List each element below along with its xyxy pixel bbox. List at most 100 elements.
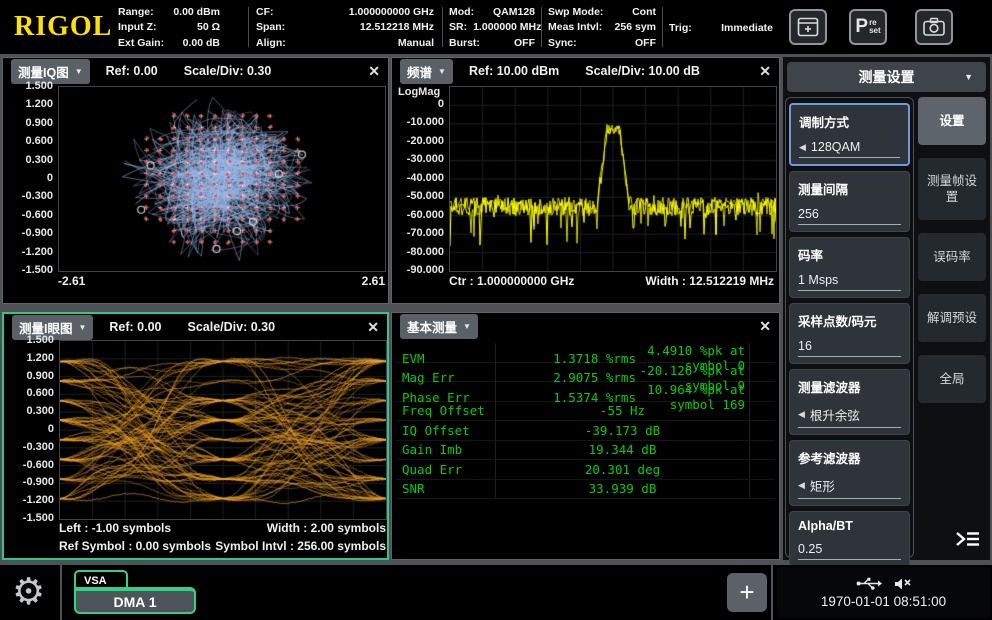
bottom-task-bar: ⚙ VSA DMA 1 +	[0, 565, 992, 620]
card-ref-filter[interactable]: 参考滤波器 ◀矩形	[789, 440, 910, 506]
tab-meas-frame-setup[interactable]: 测量帧设置	[918, 158, 986, 220]
swpmode-value: Cont	[632, 6, 656, 19]
meas-panel-header: 基本测量 ▼ ✕	[392, 313, 779, 339]
tab-demod-preset[interactable]: 解调预设	[918, 294, 986, 342]
menu-expand-button[interactable]	[954, 529, 982, 554]
mod-label: Mod:	[449, 6, 474, 19]
axis-tick-label: -1.500	[4, 512, 54, 524]
header-group-input: Range:0.00 dBm Input Z:50 Ω Ext Gain:0.0…	[118, 5, 220, 51]
spectrum-width-readout: Width : 12.512219 MHz	[645, 274, 774, 288]
tab-settings[interactable]: 设置	[918, 97, 986, 145]
card-modulation-type[interactable]: 调制方式 ◀128QAM	[789, 103, 910, 166]
iq-x-max: 2.61	[362, 274, 385, 288]
header-group-mod: Mod:QAM128 SR:1.000000 MHz Burst:OFF	[449, 5, 535, 51]
plus-icon: +	[739, 577, 754, 608]
enum-arrow-icon: ◀	[798, 480, 805, 491]
swpmode-label: Swp Mode:	[548, 6, 603, 19]
header-group-trig: Trig:Immediate	[669, 5, 773, 51]
eye-y-axis: 1.5001.2000.9000.6000.3000-0.300-0.600-0…	[4, 334, 54, 524]
table-row-quad-err: Quad Err 20.301 deg	[396, 460, 775, 480]
eye-left-readout: Left : -1.00 symbols	[59, 521, 171, 535]
axis-tick-label: 0.900	[4, 370, 54, 382]
header-divider	[442, 7, 443, 47]
preset-button[interactable]: P reset	[849, 9, 887, 45]
card-symbol-rate[interactable]: 码率 1 Msps	[789, 237, 910, 298]
tab-global[interactable]: 全局	[918, 355, 986, 403]
system-gear-button[interactable]: ⚙	[12, 567, 45, 617]
align-label: Align:	[256, 37, 286, 50]
iq-x-axis: -2.61 2.61	[58, 274, 385, 288]
camera-icon	[922, 17, 946, 37]
axis-tick-label: 1.500	[3, 80, 53, 92]
eye-footer-row-2: Ref Symbol : 0.00 symbols Symbol Intvl :…	[59, 539, 386, 553]
eye-refsymbol-readout: Ref Symbol : 0.00 symbols	[59, 539, 211, 553]
extgain-value: 0.00 dB	[183, 37, 220, 50]
table-row-iq-offset: IQ Offset -39.173 dB	[396, 421, 775, 441]
cf-label: CF:	[256, 6, 274, 19]
table-row-freq-offset: Freq Offset -55 Hz	[396, 402, 775, 422]
axis-tick-label: -50.000	[392, 190, 444, 202]
sync-label: Sync:	[548, 37, 577, 50]
eye-diagram-plot	[59, 340, 387, 520]
add-window-button[interactable]: +	[727, 573, 767, 612]
axis-tick-label: -30.000	[392, 153, 444, 165]
card-meas-interval[interactable]: 测量间隔 256	[789, 171, 910, 232]
trig-value: Immediate	[721, 22, 773, 35]
enum-arrow-icon: ◀	[799, 142, 806, 153]
panel-iq-constellation: 测量IQ图 ▼ Ref: 0.00 Scale/Div: 0.30 ✕ 1.50…	[2, 57, 389, 304]
eye-scale-readout: Scale/Div: 0.30	[188, 320, 276, 334]
axis-tick-label: 1.200	[4, 352, 54, 364]
cf-value: 1.000000000 GHz	[349, 6, 434, 19]
axis-tick-label: 0.300	[4, 405, 54, 417]
axis-tick-label: 0	[4, 423, 54, 435]
axis-tick-label: -20.000	[392, 135, 444, 147]
inputz-label: Input Z:	[118, 21, 156, 34]
card-meas-filter[interactable]: 测量滤波器 ◀根升余弦	[789, 369, 910, 435]
spectrum-ref-readout: Ref: 10.00 dBm	[469, 64, 559, 78]
close-icon[interactable]: ✕	[368, 63, 380, 80]
dma-instance-tab[interactable]: DMA 1	[74, 587, 196, 614]
range-label: Range:	[118, 6, 154, 19]
axis-tick-label: -0.900	[4, 476, 54, 488]
chevron-down-icon: ▼	[438, 67, 446, 76]
close-icon[interactable]: ✕	[759, 318, 771, 335]
window-layout-button[interactable]	[789, 9, 827, 45]
axis-tick-label: -0.300	[4, 441, 54, 453]
screenshot-button[interactable]	[915, 9, 953, 45]
vsa-screen: RIGOL Range:0.00 dBm Input Z:50 Ω Ext Ga…	[0, 0, 992, 620]
axis-tick-label: -1.500	[3, 264, 53, 276]
close-icon[interactable]: ✕	[367, 319, 379, 336]
inputz-value: 50 Ω	[197, 21, 220, 34]
tab-bit-error-rate[interactable]: 误码率	[918, 233, 986, 281]
spectrum-trace-dropdown[interactable]: 频谱 ▼	[400, 59, 453, 84]
sr-label: SR:	[449, 21, 467, 34]
sidebar-tab-column: 设置 测量帧设置 误码率 解调预设 全局	[918, 97, 986, 403]
rigol-logo: RIGOL	[14, 11, 112, 43]
table-row-gain-imb: Gain Imb 19.344 dB	[396, 441, 775, 461]
span-label: Span:	[256, 21, 285, 34]
eye-width-readout: Width : 2.00 symbols	[267, 521, 386, 535]
axis-tick-label: 0.900	[3, 117, 53, 129]
menu-expand-icon	[954, 529, 982, 549]
close-icon[interactable]: ✕	[759, 63, 771, 80]
axis-tick-label: -0.600	[3, 209, 53, 221]
card-alpha-bt[interactable]: Alpha/BT 0.25	[789, 511, 910, 567]
datetime-readout: 1970-01-01 08:51:00	[821, 594, 946, 609]
axis-tick-label: -10.000	[392, 116, 444, 128]
preset-icon: P reset	[855, 16, 880, 38]
enum-arrow-icon: ◀	[798, 409, 805, 420]
axis-tick-label: -80.000	[392, 246, 444, 258]
axis-tick-label: -70.000	[392, 227, 444, 239]
axis-tick-label: 1.500	[4, 334, 54, 346]
iq-y-axis: 1.5001.2000.9000.6000.3000-0.300-0.600-0…	[3, 80, 53, 276]
burst-label: Burst:	[449, 37, 480, 50]
sidebar-menu-dropdown[interactable]: 测量设置 ▼	[787, 62, 986, 92]
header-group-sweep: Swp Mode:Cont Meas Intvl:256 sym Sync:OF…	[548, 5, 656, 51]
meas-dropdown[interactable]: 基本测量 ▼	[400, 314, 478, 339]
axis-tick-label: -1.200	[3, 246, 53, 258]
sr-value: 1.000000 MHz	[473, 21, 541, 34]
card-points-per-symbol[interactable]: 采样点数/码元 16	[789, 303, 910, 364]
header-divider	[248, 7, 249, 47]
chevron-down-icon: ▼	[463, 322, 471, 331]
range-value: 0.00 dBm	[173, 6, 220, 19]
